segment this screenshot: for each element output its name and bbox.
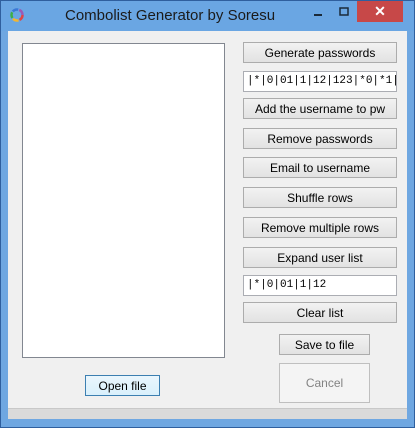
remove-multiple-rows-button[interactable]: Remove multiple rows bbox=[243, 217, 397, 238]
combo-list-box[interactable] bbox=[22, 43, 225, 358]
save-to-file-button[interactable]: Save to file bbox=[279, 334, 370, 355]
expand-pattern-field[interactable]: |*|0|01|1|12 bbox=[243, 275, 397, 296]
window-title: Combolist Generator by Soresu bbox=[65, 7, 276, 24]
maximize-button[interactable] bbox=[331, 1, 357, 22]
close-icon: ✕ bbox=[374, 3, 386, 19]
clear-list-button[interactable]: Clear list bbox=[243, 302, 397, 323]
expand-user-list-button[interactable]: Expand user list bbox=[243, 247, 397, 268]
generate-passwords-button[interactable]: Generate passwords bbox=[243, 42, 397, 63]
app-window: Combolist Generator by Soresu ✕ Generate… bbox=[0, 0, 415, 428]
minimize-icon bbox=[314, 13, 322, 16]
app-icon bbox=[10, 8, 24, 22]
remove-passwords-button[interactable]: Remove passwords bbox=[243, 128, 397, 149]
open-file-button[interactable]: Open file bbox=[85, 375, 160, 396]
maximize-icon bbox=[339, 6, 349, 16]
cancel-button[interactable]: Cancel bbox=[279, 363, 370, 403]
password-pattern-field[interactable]: |*|0|01|1|12|123|*0|*1|* bbox=[243, 71, 397, 92]
status-bar bbox=[8, 408, 407, 419]
add-username-to-pw-button[interactable]: Add the username to pw bbox=[243, 98, 397, 119]
shuffle-rows-button[interactable]: Shuffle rows bbox=[243, 187, 397, 208]
client-area: Generate passwords |*|0|01|1|12|123|*0|*… bbox=[8, 31, 407, 419]
title-bar[interactable]: Combolist Generator by Soresu ✕ bbox=[1, 1, 414, 31]
minimize-button[interactable] bbox=[305, 1, 331, 22]
close-button[interactable]: ✕ bbox=[357, 1, 403, 22]
email-to-username-button[interactable]: Email to username bbox=[243, 157, 397, 178]
